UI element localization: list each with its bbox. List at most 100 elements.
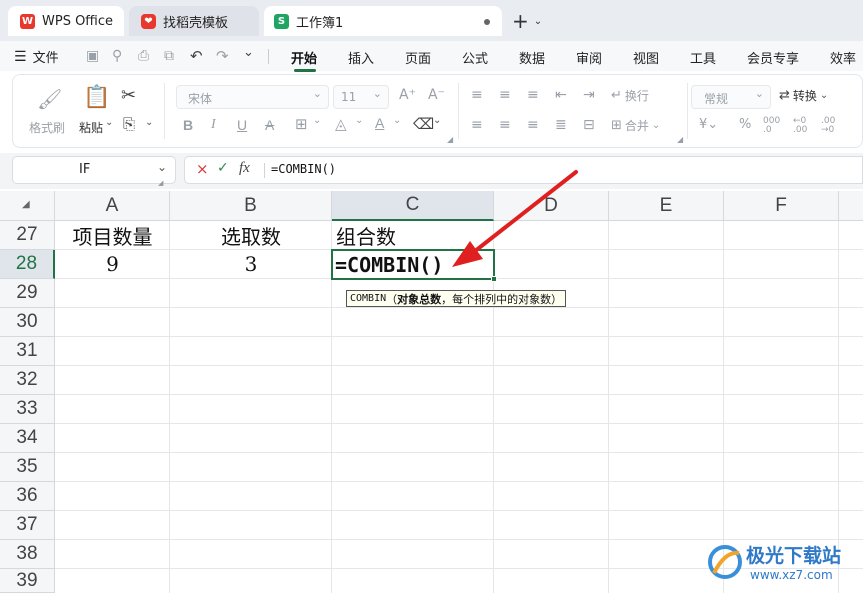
- tab-workbook[interactable]: S 工作簿1: [264, 6, 502, 36]
- column-header-c[interactable]: C: [332, 191, 494, 221]
- row-header-36[interactable]: 36: [0, 482, 55, 511]
- merge-cells-button[interactable]: ⊞ 合并 ⌄: [611, 117, 660, 134]
- row-header-35[interactable]: 35: [0, 453, 55, 482]
- align-bottom-icon[interactable]: ≡: [527, 87, 539, 103]
- formula-input-box[interactable]: × ✓ fx =COMBIN(): [184, 156, 863, 184]
- tab-view[interactable]: 视图: [633, 48, 659, 67]
- dialog-launcher-icon[interactable]: ◢: [447, 135, 453, 144]
- row-header-30[interactable]: 30: [0, 308, 55, 337]
- gridline: [55, 481, 863, 482]
- cancel-formula-icon[interactable]: ×: [196, 160, 209, 178]
- row-header-31[interactable]: 31: [0, 337, 55, 366]
- tab-page[interactable]: 页面: [405, 48, 431, 67]
- align-top-icon[interactable]: ≡: [471, 87, 483, 103]
- align-left-icon[interactable]: ≡: [471, 117, 483, 133]
- tab-unsaved-dot-icon[interactable]: [484, 19, 490, 25]
- cut-icon[interactable]: ✂: [121, 85, 136, 106]
- copy-icon[interactable]: ⎘: [123, 115, 135, 133]
- print-icon[interactable]: ⎙: [138, 48, 149, 64]
- increase-decimal-icon[interactable]: ←0.00: [793, 117, 807, 135]
- redo-icon[interactable]: ↷: [216, 47, 229, 65]
- align-right-icon[interactable]: ≡: [527, 117, 539, 133]
- font-color-icon[interactable]: A: [375, 115, 384, 131]
- border-icon[interactable]: ⊞: [295, 115, 308, 133]
- cell-a28[interactable]: 9: [55, 250, 170, 278]
- name-box[interactable]: IF ⌄: [12, 156, 176, 184]
- indent-increase-icon[interactable]: ⇥: [583, 87, 595, 103]
- cell-c27[interactable]: 组合数: [336, 221, 494, 249]
- number-format-select[interactable]: 常规 ⌄: [691, 85, 771, 109]
- tab-tools[interactable]: 工具: [690, 48, 716, 67]
- column-header-b[interactable]: B: [170, 191, 332, 221]
- open-icon[interactable]: ⚲: [112, 48, 122, 64]
- distributed-icon[interactable]: ⊟: [583, 117, 595, 133]
- fill-handle[interactable]: [491, 276, 497, 282]
- align-middle-icon[interactable]: ≡: [499, 87, 511, 103]
- tab-wps-office[interactable]: W WPS Office: [8, 6, 124, 36]
- percent-icon[interactable]: %: [739, 117, 751, 132]
- row-header-27[interactable]: 27: [0, 221, 55, 250]
- tab-member[interactable]: 会员专享: [747, 48, 799, 67]
- format-painter-label: 格式刷: [29, 121, 66, 135]
- row-header-39[interactable]: 39: [0, 569, 55, 593]
- save-icon[interactable]: ▣: [86, 48, 99, 64]
- row-header-37[interactable]: 37: [0, 511, 55, 540]
- cell-c28-editing-text: =COMBIN(): [335, 253, 444, 277]
- cell-b28[interactable]: 3: [170, 250, 332, 278]
- formula-text[interactable]: =COMBIN(): [271, 162, 336, 176]
- column-header-e[interactable]: E: [609, 191, 724, 221]
- more-chevron-icon[interactable]: ⌄: [243, 45, 254, 60]
- bold-icon[interactable]: B: [183, 117, 193, 133]
- tab-template[interactable]: ❤ 找稻壳模板: [129, 6, 259, 36]
- underline-icon[interactable]: U: [237, 117, 247, 133]
- justify-icon[interactable]: ≣: [555, 117, 567, 133]
- wrap-text-button[interactable]: ↵ 换行: [611, 87, 649, 104]
- active-cell-c28[interactable]: =COMBIN(): [331, 249, 497, 282]
- row-header-28[interactable]: 28: [0, 250, 55, 279]
- file-menu-button[interactable]: ☰ 文件: [14, 47, 59, 67]
- undo-icon[interactable]: ↶: [190, 47, 203, 65]
- decrease-decimal-icon[interactable]: .00 →0: [821, 117, 835, 135]
- paste-button[interactable]: 📋 粘贴 ⌄: [77, 85, 117, 141]
- tab-insert[interactable]: 插入: [348, 48, 374, 67]
- align-center-icon[interactable]: ≡: [499, 117, 511, 133]
- strikethrough-icon[interactable]: A: [265, 117, 274, 133]
- tab-review[interactable]: 审阅: [576, 48, 602, 67]
- tab-formula[interactable]: 公式: [462, 48, 488, 67]
- tab-efficiency[interactable]: 效率: [830, 48, 856, 67]
- select-all-corner[interactable]: ◢: [0, 191, 55, 221]
- eraser-icon[interactable]: ⌫: [413, 115, 434, 133]
- format-painter-button[interactable]: 🖌 格式刷: [27, 85, 71, 141]
- tab-data[interactable]: 数据: [519, 48, 545, 67]
- confirm-formula-icon[interactable]: ✓: [217, 160, 229, 176]
- font-name-select[interactable]: 宋体 ⌄: [176, 85, 329, 109]
- tab-home[interactable]: 开始: [291, 48, 317, 67]
- cell-b27[interactable]: 选取数: [170, 221, 332, 249]
- row-header-32[interactable]: 32: [0, 366, 55, 395]
- print-preview-icon[interactable]: ⧉: [164, 48, 174, 64]
- column-header-f[interactable]: F: [724, 191, 839, 221]
- new-tab-button[interactable]: + ⌄: [512, 8, 548, 34]
- decrease-font-icon[interactable]: A⁻: [428, 87, 445, 103]
- thousands-icon[interactable]: 000.0: [763, 117, 780, 135]
- row-header-29[interactable]: 29: [0, 279, 55, 308]
- row-header-38[interactable]: 38: [0, 540, 55, 569]
- name-box-resize-icon: ◢: [158, 179, 164, 187]
- indent-decrease-icon[interactable]: ⇤: [555, 87, 567, 103]
- column-header-a[interactable]: A: [55, 191, 170, 221]
- column-header-d[interactable]: D: [494, 191, 609, 221]
- cell-a27[interactable]: 项目数量: [55, 221, 170, 249]
- fx-icon[interactable]: fx: [239, 160, 250, 177]
- fill-color-icon[interactable]: ◬: [335, 115, 347, 133]
- increase-font-icon[interactable]: A⁺: [399, 87, 416, 103]
- convert-button[interactable]: ⇄ 转换 ⌄: [779, 87, 828, 104]
- currency-icon[interactable]: ¥⌄: [699, 117, 718, 132]
- chevron-down-icon[interactable]: ⌄: [157, 160, 167, 174]
- row-header-34[interactable]: 34: [0, 424, 55, 453]
- font-size-select[interactable]: 11 ⌄: [333, 85, 389, 109]
- row-header-33[interactable]: 33: [0, 395, 55, 424]
- italic-icon[interactable]: I: [211, 117, 216, 133]
- tooltip-close-paren: ）: [551, 292, 563, 306]
- dialog-launcher-icon[interactable]: ◢: [677, 135, 683, 144]
- paste-chevron-icon: ⌄: [105, 117, 114, 128]
